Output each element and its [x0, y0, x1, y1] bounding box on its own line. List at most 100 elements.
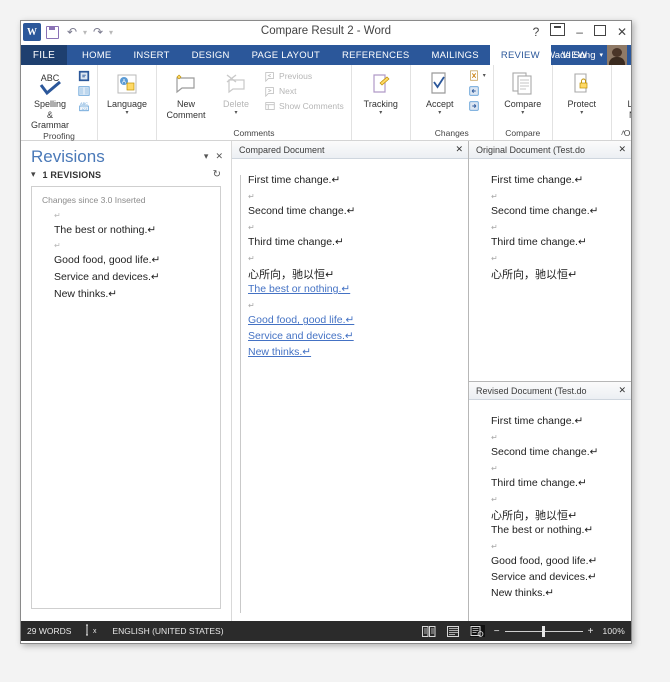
revisions-header: Revisions ▾ ✕ — [21, 141, 231, 167]
document-line: Service and devices.↵ — [491, 570, 597, 583]
document-line: ↵ — [491, 253, 498, 263]
ribbon-tab-strip: FILE HOME INSERT DESIGN PAGE LAYOUT REFE… — [21, 45, 631, 65]
protect-button[interactable]: Protect ▾ — [558, 67, 606, 116]
revision-line: ↵ — [54, 241, 61, 250]
user-chevron-down-icon[interactable]: ▾ — [599, 51, 603, 59]
previous-comment-button[interactable]: Previous — [262, 69, 346, 83]
svg-text:A: A — [122, 80, 126, 86]
compare-button[interactable]: Compare ▾ — [499, 67, 547, 116]
compared-pane-header: Compared Document ✕ — [232, 141, 468, 159]
compare-label: Compare — [504, 99, 542, 109]
collapse-ribbon-icon[interactable]: ˄ — [621, 128, 626, 138]
status-right: − + 100% — [422, 625, 625, 637]
zoom-in-button[interactable]: + — [588, 626, 594, 637]
tab-references[interactable]: REFERENCES — [331, 45, 420, 65]
read-mode-icon[interactable] — [422, 625, 437, 637]
accept-button[interactable]: Accept ▾ — [416, 67, 464, 116]
document-line: Third time change.↵ — [248, 236, 344, 249]
tab-review[interactable]: REVIEW — [489, 45, 551, 65]
new-comment-button[interactable]: New Comment — [162, 67, 210, 120]
revisions-collapse-chevron-icon[interactable]: ▾ — [31, 169, 36, 180]
spelling-grammar-button[interactable]: ABC Spelling & Grammar — [26, 67, 74, 131]
protect-label: Protect — [567, 99, 597, 109]
compared-pane-title: Compared Document — [239, 144, 325, 155]
ribbon-display-options-icon[interactable] — [550, 23, 566, 41]
zoom-thumb[interactable] — [541, 625, 545, 637]
zoom-level[interactable]: 100% — [602, 626, 625, 636]
compare-caret-icon[interactable]: ▾ — [521, 110, 524, 116]
revisions-header-buttons: ▾ ✕ — [204, 147, 223, 162]
revised-pane-close-icon[interactable]: ✕ — [618, 385, 626, 396]
delete-caret-icon[interactable]: ▾ — [235, 110, 238, 116]
ribbon-group-proofing: ABC Spelling & Grammar ABC 123 Proofing — [21, 65, 97, 141]
proofing-errors-icon[interactable]: x — [85, 624, 98, 638]
tab-insert[interactable]: INSERT — [123, 45, 181, 65]
define-icon[interactable] — [76, 69, 92, 83]
word-count-icon[interactable]: ABC 123 — [76, 99, 92, 113]
document-line: ↵ — [248, 253, 255, 263]
zoom-track[interactable] — [504, 625, 583, 637]
original-pane-body[interactable]: First time change.↵ ↵ Second time change… — [469, 159, 631, 381]
compared-pane-body[interactable]: First time change.↵ ↵ Second time change… — [232, 159, 468, 621]
language-button[interactable]: A Language ▾ — [103, 67, 151, 116]
user-name[interactable]: Wade Song — [546, 50, 595, 61]
document-line-inserted: The best or nothing.↵ — [248, 283, 351, 296]
minimize-button[interactable]: – — [576, 23, 583, 41]
tracking-caret-icon[interactable]: ▾ — [379, 110, 382, 116]
revisions-entry[interactable]: Changes since 3.0 Inserted ↵ The best or… — [31, 186, 221, 609]
document-line-inserted: Service and devices.↵ — [248, 329, 354, 342]
language-icon: A — [114, 69, 140, 99]
document-line: First time change.↵ — [491, 415, 584, 427]
previous-change-button[interactable] — [466, 84, 488, 98]
original-pane-title: Original Document (Test.do — [476, 144, 586, 155]
document-line: ↵ — [248, 191, 255, 201]
document-line: 心所向，驰以恒↵ — [248, 267, 335, 281]
help-icon[interactable]: ? — [533, 23, 540, 41]
avatar[interactable] — [607, 45, 627, 65]
zoom-out-button[interactable]: − — [494, 626, 500, 637]
revisions-close-icon[interactable]: ✕ — [215, 151, 223, 162]
web-layout-icon[interactable] — [469, 625, 485, 637]
tab-mailings[interactable]: MAILINGS — [420, 45, 489, 65]
next-comment-button[interactable]: Next — [262, 84, 346, 98]
tab-design[interactable]: DESIGN — [181, 45, 241, 65]
word-count[interactable]: 29 WORDS — [27, 626, 71, 636]
tab-file[interactable]: FILE — [21, 45, 67, 65]
reject-button[interactable]: ▾ — [466, 69, 488, 83]
revision-meta: Changes since 3.0 Inserted — [42, 195, 146, 205]
ribbon-group-protect: Protect ▾ — [551, 65, 611, 140]
tab-page-layout[interactable]: PAGE LAYOUT — [241, 45, 331, 65]
linked-notes-button[interactable]: N Linked Notes — [617, 67, 631, 120]
protect-caret-icon[interactable]: ▾ — [580, 110, 583, 116]
thesaurus-icon[interactable] — [76, 84, 92, 98]
show-comments-button[interactable]: Show Comments — [262, 99, 346, 113]
original-pane-close-icon[interactable]: ✕ — [618, 144, 626, 155]
revised-pane-body[interactable]: First time change.↵ ↵ Second time change… — [469, 400, 631, 621]
new-comment-label-1: New — [177, 99, 196, 109]
status-bar: 29 WORDS x ENGLISH (UNITED STATES) − + 1… — [21, 621, 631, 641]
language-caret-icon[interactable]: ▾ — [126, 110, 129, 116]
print-layout-icon[interactable] — [446, 625, 461, 637]
zoom-slider[interactable]: − + — [494, 625, 594, 637]
svg-text:ABC: ABC — [41, 73, 60, 83]
svg-text:123: 123 — [81, 107, 87, 111]
onenote-linked-notes-icon: N — [627, 69, 631, 99]
previous-comment-label: Previous — [279, 71, 313, 81]
revisions-chevron-down-icon[interactable]: ▾ — [204, 151, 209, 162]
proofing-small-buttons: ABC 123 — [76, 67, 92, 113]
tracking-button[interactable]: Tracking ▾ — [357, 67, 405, 116]
document-line: ↵ — [491, 541, 498, 551]
reject-caret-icon[interactable]: ▾ — [483, 73, 486, 79]
tab-home[interactable]: HOME — [71, 45, 123, 65]
refresh-icon[interactable]: ↻ — [213, 169, 221, 180]
document-line: Second time change.↵ — [491, 205, 599, 218]
compared-pane-close-icon[interactable]: ✕ — [455, 144, 463, 155]
language-status[interactable]: ENGLISH (UNITED STATES) — [112, 626, 223, 636]
delete-comment-button[interactable]: Delete ▾ — [212, 67, 260, 116]
accept-caret-icon[interactable]: ▾ — [438, 110, 441, 116]
next-change-button[interactable] — [466, 99, 488, 113]
maximize-button[interactable] — [593, 23, 606, 41]
close-button[interactable]: ✕ — [617, 23, 627, 41]
revision-line: New thinks.↵ — [54, 288, 118, 300]
revision-line: Good food, good life.↵ — [54, 254, 161, 266]
